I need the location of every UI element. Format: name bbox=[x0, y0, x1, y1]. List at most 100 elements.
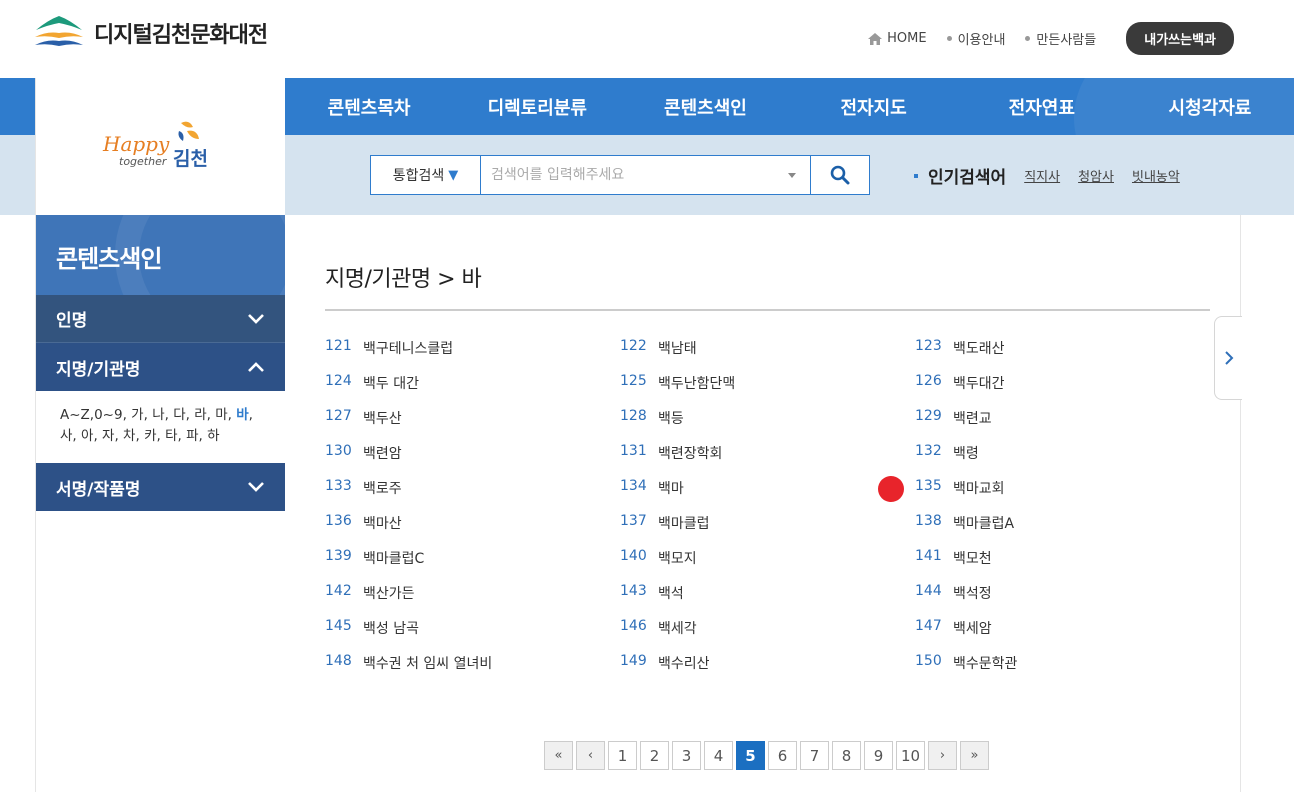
popular-keyword[interactable]: 빗내농악 bbox=[1132, 166, 1180, 185]
autocomplete-caret-icon[interactable] bbox=[788, 173, 796, 178]
entry-name: 백도래산 bbox=[953, 341, 1005, 357]
entry-link[interactable]: 136 백마산 bbox=[325, 513, 620, 548]
menu-media[interactable]: 시청각자료 bbox=[1126, 78, 1294, 135]
entry-link[interactable]: 144 백석정 bbox=[915, 583, 1210, 618]
page-button[interactable]: 8 bbox=[832, 741, 861, 770]
entry-link[interactable]: 121 백구테니스클럽 bbox=[325, 338, 620, 373]
page-button[interactable]: 1 bbox=[608, 741, 637, 770]
alpha-link[interactable]: 타 bbox=[165, 428, 177, 444]
entry-link[interactable]: 143 백석 bbox=[620, 583, 915, 618]
menu-chronology[interactable]: 전자연표 bbox=[958, 78, 1126, 135]
alpha-link[interactable]: 다 bbox=[173, 407, 185, 423]
entry-link[interactable]: 150 백수문학관 bbox=[915, 653, 1210, 688]
page-button[interactable]: 3 bbox=[672, 741, 701, 770]
entry-number: 140 bbox=[620, 548, 647, 564]
entry-link[interactable]: 149 백수리산 bbox=[620, 653, 915, 688]
page-button[interactable]: 2 bbox=[640, 741, 669, 770]
sidebar-item-place[interactable]: 지명/기관명 bbox=[36, 343, 285, 391]
alpha-link-active[interactable]: 바 bbox=[236, 407, 248, 423]
page-button[interactable]: 9 bbox=[864, 741, 893, 770]
search-button[interactable] bbox=[810, 155, 870, 195]
alpha-link[interactable]: 사 bbox=[60, 428, 72, 444]
entry-link[interactable]: 122 백남태 bbox=[620, 338, 915, 373]
entry-link[interactable]: 137 백마클럽 bbox=[620, 513, 915, 548]
entry-name: 백수문학관 bbox=[953, 656, 1018, 672]
entry-link[interactable]: 145 백성 남곡 bbox=[325, 618, 620, 653]
alpha-link[interactable]: 아 bbox=[81, 428, 93, 444]
page-button[interactable]: 10 bbox=[896, 741, 925, 770]
entry-row: 124 백두 대간 125 백두난함단맥 126 백두대간 bbox=[325, 373, 1210, 408]
popular-keyword[interactable]: 청암사 bbox=[1078, 166, 1114, 185]
menu-map[interactable]: 전자지도 bbox=[790, 78, 958, 135]
prev-page-button[interactable]: ‹ bbox=[576, 741, 605, 770]
site-logo[interactable]: 디지털김천문화대전 bbox=[34, 14, 268, 52]
entry-link[interactable]: 125 백두난함단맥 bbox=[620, 373, 915, 408]
entry-number: 137 bbox=[620, 513, 647, 529]
alpha-link[interactable]: 카 bbox=[144, 428, 156, 444]
last-page-button[interactable]: » bbox=[960, 741, 989, 770]
entry-link[interactable]: 142 백산가든 bbox=[325, 583, 620, 618]
page-button[interactable]: 4 bbox=[704, 741, 733, 770]
alpha-link[interactable]: 차 bbox=[123, 428, 135, 444]
entry-row: 133 백로주 134 백마 135 백마교회 bbox=[325, 478, 1210, 513]
entry-list: 121 백구테니스클럽 122 백남태 123 백도래산 124 백두 대간 125 백두난함단맥… bbox=[325, 338, 1210, 688]
entry-link[interactable]: 147 백세암 bbox=[915, 618, 1210, 653]
alpha-link[interactable]: 나 bbox=[152, 407, 164, 423]
alpha-link[interactable]: 마 bbox=[215, 407, 227, 423]
alpha-link[interactable]: 가 bbox=[131, 407, 143, 423]
menu-directory[interactable]: 디렉토리분류 bbox=[453, 78, 621, 135]
page-button-current[interactable]: 5 bbox=[736, 741, 765, 770]
home-link[interactable]: HOME bbox=[868, 31, 927, 46]
svg-text:together: together bbox=[119, 155, 168, 168]
sidebar-item-label: 인명 bbox=[56, 311, 88, 331]
next-page-button[interactable]: › bbox=[928, 741, 957, 770]
entry-row: 127 백두산 128 백등 129 백련교 bbox=[325, 408, 1210, 443]
entry-link[interactable]: 135 백마교회 bbox=[915, 478, 1210, 513]
entry-link[interactable]: 148 백수권 처 임씨 열녀비 bbox=[325, 653, 620, 688]
entry-link[interactable]: 126 백두대간 bbox=[915, 373, 1210, 408]
search-input[interactable] bbox=[491, 167, 771, 183]
entry-number: 135 bbox=[915, 478, 942, 494]
entry-link[interactable]: 130 백련암 bbox=[325, 443, 620, 478]
site-title: 디지털김천문화대전 bbox=[94, 23, 268, 48]
entry-link[interactable]: 138 백마클럽A bbox=[915, 513, 1210, 548]
entry-link[interactable]: 134 백마 bbox=[620, 478, 915, 513]
entry-link[interactable]: 127 백두산 bbox=[325, 408, 620, 443]
my-encyclopedia-button[interactable]: 내가쓰는백과 bbox=[1126, 22, 1234, 55]
entry-link[interactable]: 146 백세각 bbox=[620, 618, 915, 653]
entry-number: 133 bbox=[325, 478, 352, 494]
entry-link[interactable]: 141 백모천 bbox=[915, 548, 1210, 583]
first-page-button[interactable]: « bbox=[544, 741, 573, 770]
sidebar-item-person[interactable]: 인명 bbox=[36, 295, 285, 343]
alpha-link[interactable]: 라 bbox=[194, 407, 206, 423]
entry-link[interactable]: 139 백마클럽C bbox=[325, 548, 620, 583]
home-icon bbox=[868, 32, 883, 45]
menu-contents-index[interactable]: 콘텐츠색인 bbox=[621, 78, 789, 135]
page-button[interactable]: 6 bbox=[768, 741, 797, 770]
entry-link[interactable]: 123 백도래산 bbox=[915, 338, 1210, 373]
entry-link[interactable]: 140 백모지 bbox=[620, 548, 915, 583]
alpha-link[interactable]: 파 bbox=[186, 428, 198, 444]
credits-link[interactable]: 만든사람들 bbox=[1025, 29, 1096, 48]
entry-link[interactable]: 124 백두 대간 bbox=[325, 373, 620, 408]
alpha-link[interactable]: A~Z,0~9 bbox=[60, 407, 123, 423]
entry-link[interactable]: 132 백령 bbox=[915, 443, 1210, 478]
entry-link[interactable]: 128 백등 bbox=[620, 408, 915, 443]
svg-text:김천: 김천 bbox=[173, 148, 208, 170]
side-panel-toggle[interactable] bbox=[1214, 316, 1242, 400]
sidebar-item-work[interactable]: 서명/작품명 bbox=[36, 463, 285, 511]
menu-contents-toc[interactable]: 콘텐츠목차 bbox=[285, 78, 453, 135]
search-scope-select[interactable]: 통합검색 ▼ bbox=[370, 155, 481, 195]
alpha-link[interactable]: 하 bbox=[207, 428, 219, 444]
city-logo[interactable]: Happy together 김천 bbox=[35, 78, 285, 215]
popular-keyword[interactable]: 직지사 bbox=[1024, 166, 1060, 185]
alpha-link[interactable]: 자 bbox=[102, 428, 114, 444]
entry-name: 백수권 처 임씨 열녀비 bbox=[363, 656, 493, 672]
entry-link[interactable]: 131 백련장학회 bbox=[620, 443, 915, 478]
svg-text:Happy: Happy bbox=[102, 132, 170, 156]
entry-link[interactable]: 133 백로주 bbox=[325, 478, 620, 513]
entry-link[interactable]: 129 백련교 bbox=[915, 408, 1210, 443]
page-button[interactable]: 7 bbox=[800, 741, 829, 770]
guide-link[interactable]: 이용안내 bbox=[946, 29, 1005, 48]
entry-name: 백남태 bbox=[658, 341, 697, 357]
